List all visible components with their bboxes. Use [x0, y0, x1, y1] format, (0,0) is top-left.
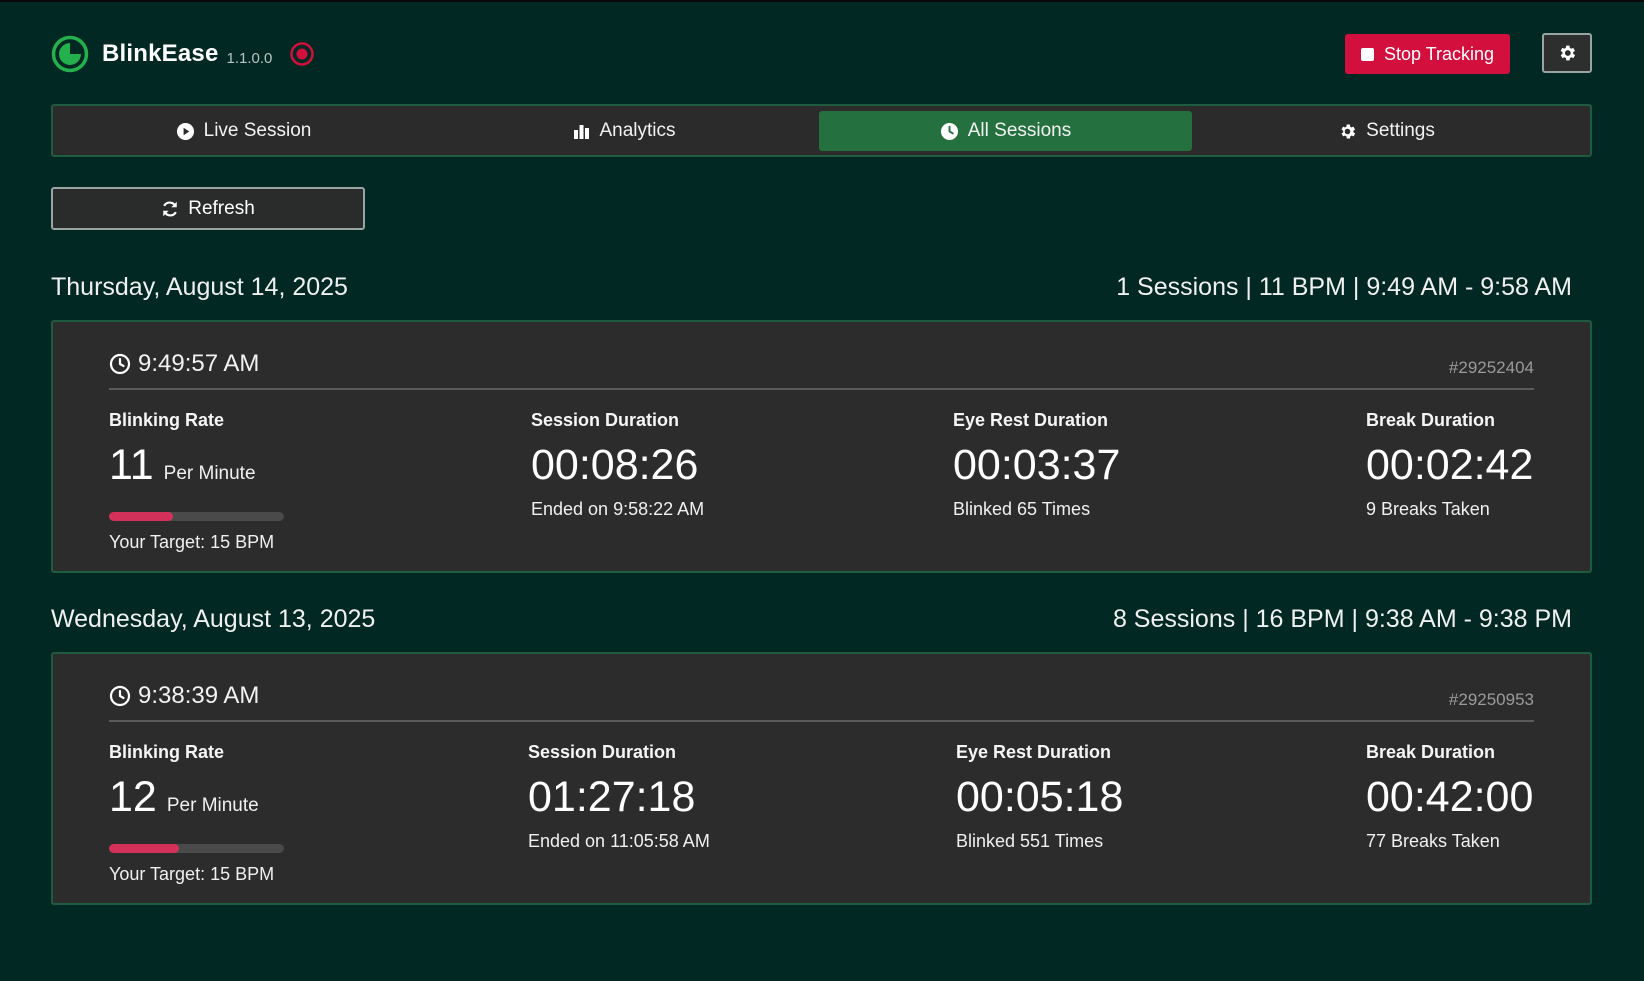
- day-date: Wednesday, August 13, 2025: [51, 605, 376, 633]
- refresh-icon: [163, 201, 178, 216]
- recording-icon: [290, 42, 315, 66]
- brand: BlinkEase 1.1.0.0: [51, 35, 315, 73]
- blink-rate-value: 12: [109, 773, 157, 821]
- top-header: BlinkEase 1.1.0.0 Stop Tracking: [51, 32, 1593, 80]
- metric-sub: Ended on 9:58:22 AM: [531, 499, 705, 519]
- metric-sub: Blinked 551 Times: [956, 831, 1104, 851]
- day-summary: 8 Sessions | 16 BPM | 9:38 AM - 9:38 PM: [1112, 605, 1572, 633]
- metric-sub: Blinked 65 Times: [953, 499, 1091, 519]
- app-version: 1.1.0.0: [226, 49, 273, 67]
- metric-value: 00:03:37: [953, 441, 1121, 489]
- rate-progress-track: [109, 512, 284, 521]
- tab-settings[interactable]: Settings: [1200, 111, 1573, 151]
- app-window: BlinkEase 1.1.0.0 Stop Tracking Live Ses…: [0, 0, 1644, 981]
- rate-progress-track: [109, 844, 284, 853]
- clock-icon: [940, 122, 958, 140]
- session-start-time: 9:49:57 AM: [138, 350, 260, 377]
- metric-eye-rest-duration: Eye Rest Duration 00:05:18 Blinked 551 T…: [956, 742, 1123, 852]
- session-card-header: 9:49:57 AM #29252404: [109, 346, 1534, 390]
- metric-session-duration: Session Duration 01:27:18 Ended on 11:05…: [528, 742, 710, 852]
- session-card[interactable]: 9:38:39 AM #29250953 Blinking Rate 12 Per…: [51, 652, 1592, 905]
- stop-icon: [1360, 47, 1374, 61]
- metric-value: 00:02:42: [1366, 441, 1534, 489]
- tab-label: Live Session: [203, 120, 312, 141]
- session-start-time: 9:38:39 AM: [138, 682, 260, 709]
- metric-value: 11 Per Minute: [109, 441, 284, 498]
- refresh-label: Refresh: [188, 197, 255, 219]
- session-id: #29252404: [1448, 358, 1534, 377]
- day-date: Thursday, August 14, 2025: [51, 273, 348, 301]
- tab-label: Analytics: [599, 120, 676, 141]
- metric-label: Eye Rest Duration: [956, 742, 1112, 762]
- stop-tracking-button[interactable]: Stop Tracking: [1345, 34, 1510, 74]
- metric-label: Break Duration: [1366, 410, 1496, 430]
- metric-sub: 77 Breaks Taken: [1366, 831, 1500, 851]
- session-card-header: 9:38:39 AM #29250953: [109, 678, 1534, 722]
- day-summary: 1 Sessions | 11 BPM | 9:49 AM - 9:58 AM: [1116, 273, 1572, 301]
- main-tabs: Live Session Analytics All Sessions Sett…: [51, 104, 1592, 157]
- rate-progress-fill: [109, 844, 179, 853]
- metric-label: Session Duration: [531, 410, 680, 430]
- clock-icon: [109, 353, 131, 375]
- logo-icon: [51, 35, 89, 73]
- settings-gear-button[interactable]: [1542, 33, 1592, 73]
- metric-label: Blinking Rate: [109, 742, 225, 762]
- gear-icon: [1560, 45, 1576, 61]
- metric-value: 00:42:00: [1366, 773, 1534, 821]
- metric-value: 01:27:18: [528, 773, 696, 821]
- metric-label: Break Duration: [1366, 742, 1496, 762]
- tab-analytics[interactable]: Analytics: [438, 111, 811, 151]
- refresh-button[interactable]: Refresh: [51, 187, 365, 230]
- target-text: Your Target: 15 BPM: [109, 864, 275, 884]
- metric-sub: 9 Breaks Taken: [1366, 499, 1490, 519]
- rate-progress-fill: [109, 512, 174, 521]
- metric-value: 12 Per Minute: [109, 773, 284, 830]
- tab-all-sessions[interactable]: All Sessions: [819, 111, 1192, 151]
- play-circle-icon: [176, 122, 194, 140]
- session-card[interactable]: 9:49:57 AM #29252404 Blinking Rate 11 Per…: [51, 320, 1592, 573]
- session-start: 9:49:57 AM: [109, 350, 259, 378]
- app-name: BlinkEase: [102, 40, 219, 67]
- metric-break-duration: Break Duration 00:42:00 77 Breaks Taken: [1366, 742, 1533, 852]
- metric-sub: Ended on 11:05:58 AM: [528, 831, 710, 851]
- blink-rate-unit: Per Minute: [166, 795, 259, 816]
- tab-label: All Sessions: [967, 120, 1072, 141]
- metric-value: 00:08:26: [531, 441, 699, 489]
- tab-live-session[interactable]: Live Session: [57, 111, 430, 151]
- blink-rate-value: 11: [109, 441, 154, 489]
- clock-icon: [109, 685, 131, 707]
- metric-label: Blinking Rate: [109, 410, 225, 430]
- target-text: Your Target: 15 BPM: [109, 532, 275, 552]
- metric-label: Eye Rest Duration: [953, 410, 1109, 430]
- session-start: 9:38:39 AM: [109, 682, 259, 710]
- tab-label: Settings: [1366, 120, 1435, 141]
- metric-break-duration: Break Duration 00:02:42 9 Breaks Taken: [1366, 410, 1533, 520]
- blink-rate-unit: Per Minute: [163, 463, 256, 484]
- gear-icon: [1341, 124, 1356, 138]
- metric-value: 00:05:18: [956, 773, 1124, 821]
- metric-label: Session Duration: [528, 742, 677, 762]
- metric-eye-rest-duration: Eye Rest Duration 00:03:37 Blinked 65 Ti…: [953, 410, 1120, 520]
- metric-blinking-rate: Blinking Rate 11 Per Minute Your Target: …: [109, 410, 284, 553]
- stop-tracking-label: Stop Tracking: [1383, 43, 1495, 64]
- metric-session-duration: Session Duration 00:08:26 Ended on 9:58:…: [531, 410, 704, 520]
- session-id: #29250953: [1448, 690, 1534, 709]
- metric-blinking-rate: Blinking Rate 12 Per Minute Your Target: …: [109, 742, 284, 885]
- bar-chart-icon: [574, 124, 590, 139]
